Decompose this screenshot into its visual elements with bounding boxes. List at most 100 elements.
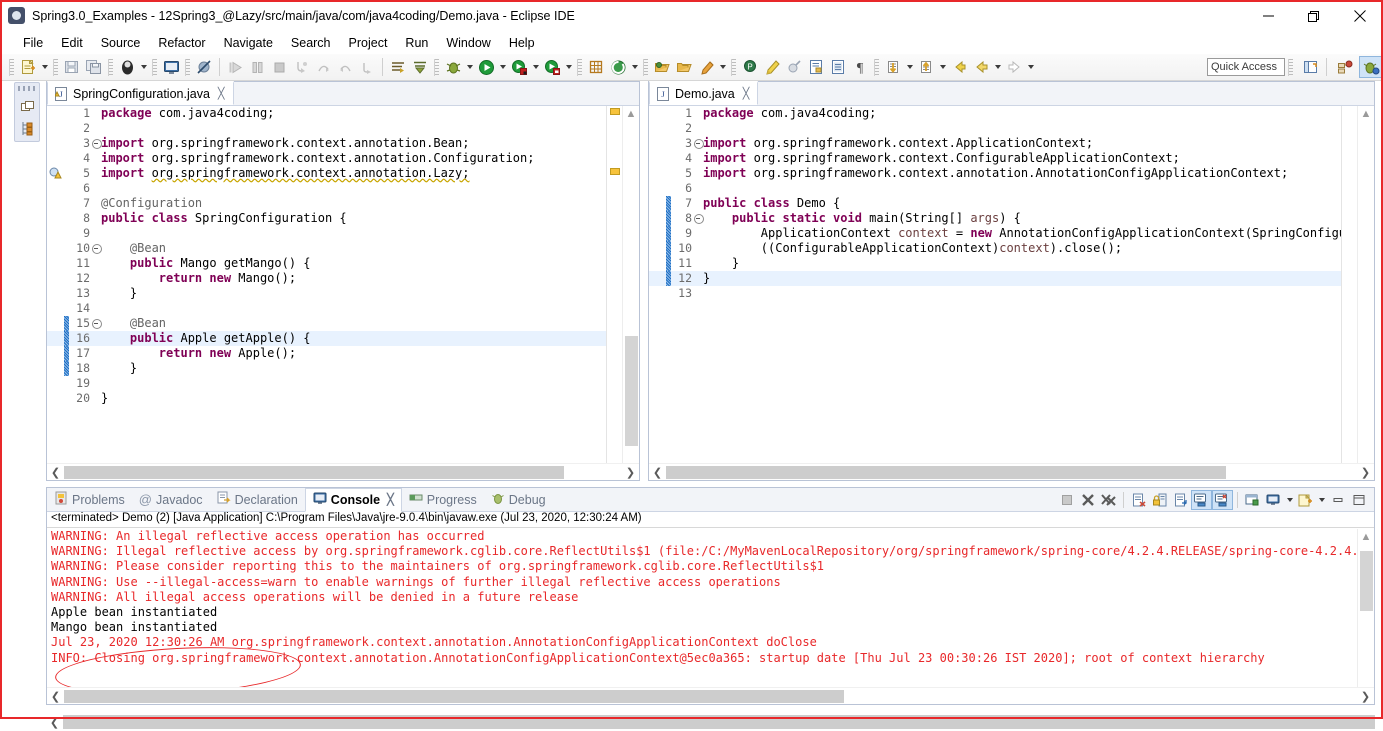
scroll-up-icon[interactable]: ▲ xyxy=(1361,108,1372,120)
toolbar-grip-5[interactable] xyxy=(185,58,190,76)
restore-view-icon[interactable] xyxy=(17,95,37,117)
save-all-icon[interactable] xyxy=(83,56,105,78)
run-as-server-icon[interactable] xyxy=(508,56,530,78)
left-overview-ruler[interactable] xyxy=(606,106,622,463)
scroll-right-icon[interactable]: ❯ xyxy=(1357,466,1374,479)
code-line[interactable]: 1 package com.java4coding; xyxy=(649,106,1374,121)
fold-collapse-icon[interactable] xyxy=(92,241,102,256)
code-line[interactable]: 3 import org.springframework.context.Appl… xyxy=(649,136,1374,151)
menu-refactor[interactable]: Refactor xyxy=(149,34,214,52)
save-icon[interactable] xyxy=(61,56,83,78)
new-wizard-dropdown-icon[interactable] xyxy=(39,56,50,78)
paragraph-icon[interactable]: ¶ xyxy=(849,56,871,78)
show-console-on-error-icon[interactable] xyxy=(1212,489,1233,510)
code-line[interactable]: 5 import org.springframework.context.anno… xyxy=(649,166,1374,181)
marker-icon[interactable]: P xyxy=(739,56,761,78)
close-button[interactable] xyxy=(1337,0,1383,31)
left-code-area[interactable]: 1 package com.java4coding; 2 3 import org.sp… xyxy=(47,106,639,463)
clear-console-icon[interactable] xyxy=(1128,490,1149,510)
left-vertical-scrollbar[interactable]: ▲ xyxy=(622,106,639,463)
code-line[interactable]: 20} xyxy=(47,391,639,406)
next-edit-icon[interactable] xyxy=(948,56,970,78)
menu-project[interactable]: Project xyxy=(340,34,397,52)
search-icon[interactable] xyxy=(695,56,717,78)
scroll-up-icon[interactable]: ▲ xyxy=(1361,531,1372,543)
menu-file[interactable]: File xyxy=(14,34,52,52)
toolbar-grip[interactable] xyxy=(9,58,14,76)
code-line[interactable]: 4 import org.springframework.context.anno… xyxy=(47,151,639,166)
new-java-project-icon[interactable] xyxy=(585,56,607,78)
debug-perspective-icon[interactable] xyxy=(1359,56,1383,78)
code-line[interactable]: 4 import org.springframework.context.Conf… xyxy=(649,151,1374,166)
run-coverage-icon[interactable] xyxy=(541,56,563,78)
tab-springconfiguration-java[interactable]: J SpringConfiguration.java ╳ xyxy=(47,81,234,105)
forward-dropdown-icon[interactable] xyxy=(1025,56,1036,78)
code-line[interactable]: 16 public Apple getApple() { xyxy=(47,331,639,346)
code-line[interactable]: 12 return new Mango(); xyxy=(47,271,639,286)
code-line[interactable]: 12} xyxy=(649,271,1374,286)
toolbar-grip-6[interactable] xyxy=(434,58,439,76)
right-overview-ruler[interactable] xyxy=(1341,106,1357,463)
new-wizard-icon[interactable] xyxy=(17,56,39,78)
code-line[interactable]: 13 } xyxy=(47,286,639,301)
tab-progress[interactable]: Progress xyxy=(402,488,484,512)
debug-icon[interactable] xyxy=(442,56,464,78)
close-icon[interactable]: ╳ xyxy=(218,87,225,100)
next-annotation-dropdown-icon[interactable] xyxy=(904,56,915,78)
minimize-button[interactable] xyxy=(1245,0,1291,31)
open-perspective-icon[interactable] xyxy=(1298,56,1322,78)
code-line[interactable]: 7 public class Demo { xyxy=(649,196,1374,211)
toolbar-grip-7[interactable] xyxy=(577,58,582,76)
open-task-icon[interactable] xyxy=(673,56,695,78)
toolbar-grip-4[interactable] xyxy=(152,58,157,76)
code-line[interactable]: 1 package com.java4coding; xyxy=(47,106,639,121)
quick-access-input[interactable]: Quick Access xyxy=(1207,58,1285,76)
print-dropdown-icon[interactable] xyxy=(138,56,149,78)
menu-search[interactable]: Search xyxy=(282,34,340,52)
right-horizontal-scrollbar[interactable]: ❮ ❯ xyxy=(649,463,1374,480)
console-horizontal-scrollbar[interactable]: ❮ ❯ xyxy=(47,687,1374,704)
menu-navigate[interactable]: Navigate xyxy=(215,34,282,52)
new-java-class-dropdown-icon[interactable] xyxy=(629,56,640,78)
code-line[interactable]: 18 } xyxy=(47,361,639,376)
code-line[interactable]: 2 xyxy=(649,121,1374,136)
scroll-left-icon[interactable]: ❮ xyxy=(46,714,63,730)
view-bar-grip[interactable] xyxy=(18,86,36,91)
code-line[interactable]: 17 return new Apple(); xyxy=(47,346,639,361)
toolbar-grip-2[interactable] xyxy=(53,58,58,76)
fold-collapse-icon[interactable] xyxy=(694,211,704,226)
left-hscroll-track[interactable] xyxy=(64,465,622,479)
back-icon[interactable] xyxy=(970,56,992,78)
skip-breakpoints-icon[interactable] xyxy=(193,56,215,78)
toolbar-grip-8[interactable] xyxy=(643,58,648,76)
code-line[interactable]: 15 @Bean xyxy=(47,316,639,331)
back-dropdown-icon[interactable] xyxy=(992,56,1003,78)
open-type-icon[interactable] xyxy=(651,56,673,78)
annotation-icon[interactable] xyxy=(761,56,783,78)
show-console-on-output-icon[interactable] xyxy=(1191,489,1212,510)
code-line[interactable]: 19 xyxy=(47,376,639,391)
code-line[interactable]: 6 xyxy=(649,181,1374,196)
fold-collapse-icon[interactable] xyxy=(92,316,102,331)
remove-launch-icon[interactable] xyxy=(1077,490,1098,510)
toolbar-grip-3[interactable] xyxy=(108,58,113,76)
run-icon[interactable] xyxy=(475,56,497,78)
run-as-server-dropdown-icon[interactable] xyxy=(530,56,541,78)
run-coverage-dropdown-icon[interactable] xyxy=(563,56,574,78)
bottom-scroll-thumb[interactable] xyxy=(63,715,1375,729)
tab-declaration[interactable]: Declaration xyxy=(210,488,305,512)
remove-all-launches-icon[interactable] xyxy=(1098,490,1119,510)
close-icon[interactable]: ╳ xyxy=(387,493,394,506)
code-line[interactable]: 13 xyxy=(649,286,1374,301)
code-line[interactable]: 14 xyxy=(47,301,639,316)
toolbar-grip-10[interactable] xyxy=(874,58,879,76)
code-line[interactable]: 10 ((ConfigurableApplicationContext)cont… xyxy=(649,241,1374,256)
menu-run[interactable]: Run xyxy=(396,34,437,52)
code-line[interactable]: 5 import org.springframework.context.anno… xyxy=(47,166,639,181)
scroll-left-icon[interactable]: ❮ xyxy=(649,466,666,479)
toolbar-grip-9[interactable] xyxy=(731,58,736,76)
scroll-up-icon[interactable]: ▲ xyxy=(626,108,637,120)
menu-window[interactable]: Window xyxy=(437,34,499,52)
right-vertical-scrollbar[interactable]: ▲ xyxy=(1357,106,1374,463)
tab-demo-java[interactable]: J Demo.java ╳ xyxy=(649,81,759,105)
